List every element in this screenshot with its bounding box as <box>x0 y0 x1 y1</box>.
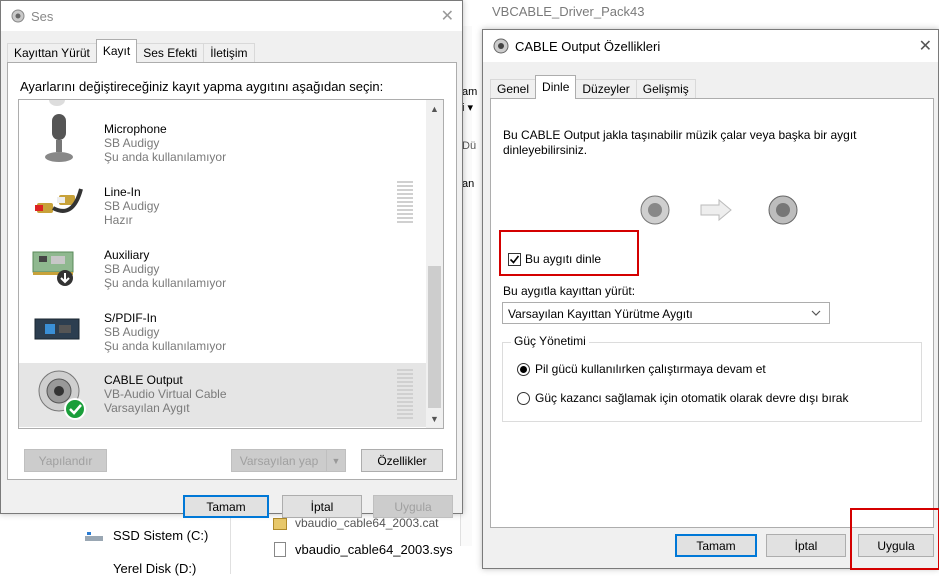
explorer-fragment-4: an <box>462 178 475 190</box>
ok-button[interactable]: Tamam <box>183 495 269 518</box>
scroll-down-icon[interactable]: ▼ <box>430 414 439 424</box>
explorer-fragment-3: Dü <box>462 140 477 152</box>
tab-levels[interactable]: Düzeyler <box>575 79 637 99</box>
checkmark-icon <box>509 255 520 264</box>
tab-recording[interactable]: Kayıt <box>95 39 138 63</box>
drive-icon <box>85 530 105 542</box>
properties-tabs: Genel Dinle Düzeyler Gelişmiş <box>490 75 696 99</box>
speaker-icon <box>11 9 25 23</box>
playback-through-label: Bu aygıtla kayıttan yürüt: <box>503 284 636 298</box>
explorer-fragment-2: i ▾ <box>462 102 474 114</box>
properties-titlebar: CABLE Output Özellikleri ✕ <box>483 30 938 62</box>
sound-tabs: Kayıttan Yürüt Kayıt Ses Efekti İletişim <box>7 39 255 63</box>
chevron-down-icon <box>811 310 821 316</box>
listen-illustration <box>640 195 798 225</box>
scroll-thumb[interactable] <box>428 266 441 408</box>
radio-auto-disable-label[interactable]: Güç kazancı sağlamak için otomatik olara… <box>535 391 848 405</box>
device-driver: SB Audigy <box>104 262 160 276</box>
explorer-titlebar: VBCABLE_Driver_Pack43 <box>470 0 939 26</box>
listen-checkbox[interactable] <box>508 253 521 266</box>
props-cancel-button[interactable]: İptal <box>766 534 846 557</box>
device-row-cable-output[interactable]: CABLE Output VB-Audio Virtual Cable Vars… <box>19 363 427 427</box>
level-meter <box>397 369 413 421</box>
listen-checkbox-label[interactable]: Bu aygıtı dinle <box>525 252 601 266</box>
chevron-down-icon: ▼ <box>331 455 341 466</box>
file-list: vbaudio_cable64_2003.cat vbaudio_cable64… <box>271 516 471 574</box>
recording-device-list[interactable]: Microphone SB Audigy Şu anda kullanılamı… <box>18 99 444 429</box>
file-icon <box>273 518 287 530</box>
device-partial-top <box>49 100 65 106</box>
explorer-title: VBCABLE_Driver_Pack43 <box>492 4 645 19</box>
listen-description: Bu CABLE Output jakla taşınabilir müzik … <box>503 128 857 157</box>
tab-listen[interactable]: Dinle <box>535 75 577 99</box>
radio-keep-running-label[interactable]: Pil gücü kullanılırken çalıştırmaya deva… <box>535 362 766 376</box>
device-row-microphone[interactable]: Microphone SB Audigy Şu anda kullanılamı… <box>19 108 427 171</box>
drive-c[interactable]: SSD Sistem (C:) <box>113 528 208 543</box>
tab-communications[interactable]: İletişim <box>203 43 255 63</box>
device-name: Auxiliary <box>104 248 150 262</box>
device-driver: SB Audigy <box>104 325 160 339</box>
tab-advanced[interactable]: Gelişmiş <box>635 79 696 99</box>
props-apply-button[interactable]: Uygula <box>858 534 934 557</box>
set-default-button[interactable]: Varsayılan yap <box>231 449 327 472</box>
device-list-scrollbar[interactable]: ▲ ▼ <box>426 100 443 428</box>
close-icon[interactable]: ✕ <box>919 36 932 56</box>
file-icon <box>274 542 286 557</box>
tab-playback[interactable]: Kayıttan Yürüt <box>7 43 97 63</box>
device-status: Varsayılan Aygıt <box>104 401 190 415</box>
level-meter <box>397 181 413 225</box>
device-status: Hazır <box>104 213 133 227</box>
device-name: Microphone <box>104 122 167 136</box>
file-name-cat[interactable]: vbaudio_cable64_2003.cat <box>295 516 438 530</box>
props-ok-button[interactable]: Tamam <box>675 534 757 557</box>
apply-button[interactable]: Uygula <box>373 495 453 518</box>
device-status: Şu anda kullanılamıyor <box>104 339 227 353</box>
line-in-cable-icon <box>35 188 83 213</box>
power-management-group <box>502 342 922 422</box>
device-driver: VB-Audio Virtual Cable <box>104 387 227 401</box>
device-status: Şu anda kullanılamıyor <box>104 150 227 164</box>
device-driver: SB Audigy <box>104 136 160 150</box>
device-driver: SB Audigy <box>104 199 160 213</box>
scroll-up-icon[interactable]: ▲ <box>430 104 439 114</box>
sound-dialog: Ses ✕ Kayıttan Yürüt Kayıt Ses Efekti İl… <box>0 0 463 518</box>
configure-button[interactable]: Yapılandır <box>24 449 107 472</box>
set-default-dropdown[interactable]: ▼ <box>326 449 346 472</box>
device-row-line-in[interactable]: Line-In SB Audigy Hazır <box>19 171 427 234</box>
spdif-box-icon <box>34 318 80 340</box>
radio-keep-running[interactable] <box>517 363 530 376</box>
device-name: CABLE Output <box>104 373 183 387</box>
sound-dialog-titlebar: Ses ✕ <box>1 1 462 31</box>
radio-auto-disable[interactable] <box>517 392 530 405</box>
cable-output-properties-dialog: CABLE Output Özellikleri ✕ Genel Dinle D… <box>482 29 939 570</box>
power-management-label: Güç Yönetimi <box>511 334 589 348</box>
playback-device-select[interactable]: Varsayılan Kayıttan Yürütme Aygıtı <box>502 302 830 324</box>
device-name: S/PDIF-In <box>104 311 157 325</box>
close-icon[interactable]: ✕ <box>441 6 454 26</box>
explorer-fragment-1: am <box>462 86 478 98</box>
navigation-pane: SSD Sistem (C:) Yerel Disk (D:) <box>30 514 230 576</box>
device-status: Şu anda kullanılamıyor <box>104 276 227 290</box>
file-name-sys[interactable]: vbaudio_cable64_2003.sys <box>295 542 453 557</box>
properties-button[interactable]: Özellikler <box>361 449 443 472</box>
virtual-cable-icon <box>38 370 86 420</box>
device-row-spdif-in[interactable]: S/PDIF-In SB Audigy Şu anda kullanılamıy… <box>19 297 427 360</box>
instruction-text: Ayarlarını değiştireceğiniz kayıt yapma … <box>20 79 384 94</box>
properties-title: CABLE Output Özellikleri <box>515 38 661 54</box>
tab-sound-effects[interactable]: Ses Efekti <box>136 43 205 63</box>
playback-device-value: Varsayılan Kayıttan Yürütme Aygıtı <box>508 307 693 321</box>
speaker-icon <box>493 38 509 54</box>
tab-general[interactable]: Genel <box>490 79 537 99</box>
device-name: Line-In <box>104 185 141 199</box>
sound-dialog-title: Ses <box>31 8 54 24</box>
cancel-button[interactable]: İptal <box>282 495 362 518</box>
microphone-icon <box>45 114 73 162</box>
sound-card-icon <box>32 251 74 286</box>
device-row-auxiliary[interactable]: Auxiliary SB Audigy Şu anda kullanılamıy… <box>19 234 427 297</box>
